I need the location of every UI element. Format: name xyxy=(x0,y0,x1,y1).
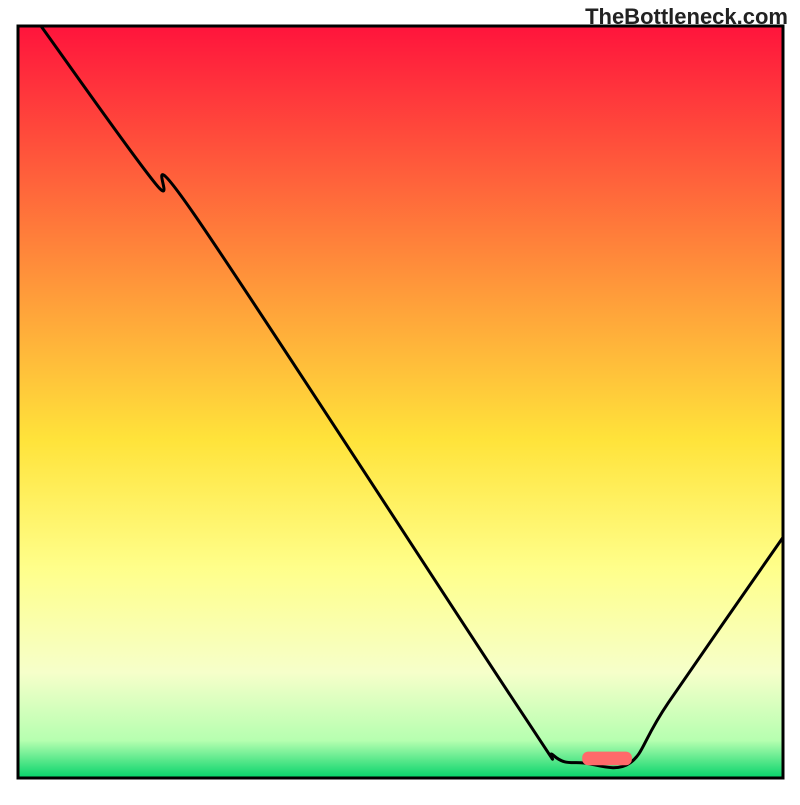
gradient-background xyxy=(18,26,783,778)
attribution-text: TheBottleneck.com xyxy=(585,4,788,30)
chart-area xyxy=(0,0,800,800)
optimal-marker xyxy=(582,752,632,766)
chart-svg xyxy=(0,0,800,800)
